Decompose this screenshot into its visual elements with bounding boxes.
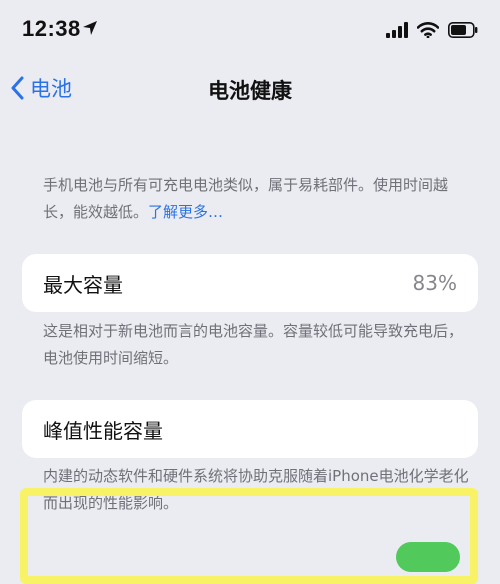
- status-bar: 12:38: [0, 0, 500, 62]
- peak-performance-row: 峰值性能容量: [22, 400, 478, 458]
- highlight-annotation: [20, 488, 478, 584]
- signal-icon: [386, 22, 408, 38]
- max-capacity-label: 最大容量: [43, 272, 123, 297]
- peak-performance-label: 峰值性能容量: [43, 418, 163, 443]
- wifi-icon: [417, 22, 439, 38]
- max-capacity-footnote: 这是相对于新电池而言的电池容量。容量较低可能导致充电后，电池使用时间缩短。: [43, 322, 464, 367]
- max-capacity-row: 最大容量 83%: [22, 254, 478, 312]
- status-icons: [386, 20, 478, 40]
- navigation-bar: 电池 电池健康: [0, 62, 500, 114]
- learn-more-link[interactable]: 了解更多…: [148, 203, 223, 221]
- location-arrow-icon: [83, 21, 97, 35]
- intro-text: 手机电池与所有可充电电池类似，属于易耗部件。使用时间越长，能效越低。: [43, 176, 449, 221]
- intro-footnote: 手机电池与所有可充电电池类似，属于易耗部件。使用时间越长，能效越低。了解更多…: [43, 172, 473, 226]
- max-capacity-value: 83%: [412, 271, 457, 295]
- battery-icon: [448, 22, 478, 38]
- status-time: 12:38: [22, 16, 81, 41]
- page-title: 电池健康: [208, 79, 292, 103]
